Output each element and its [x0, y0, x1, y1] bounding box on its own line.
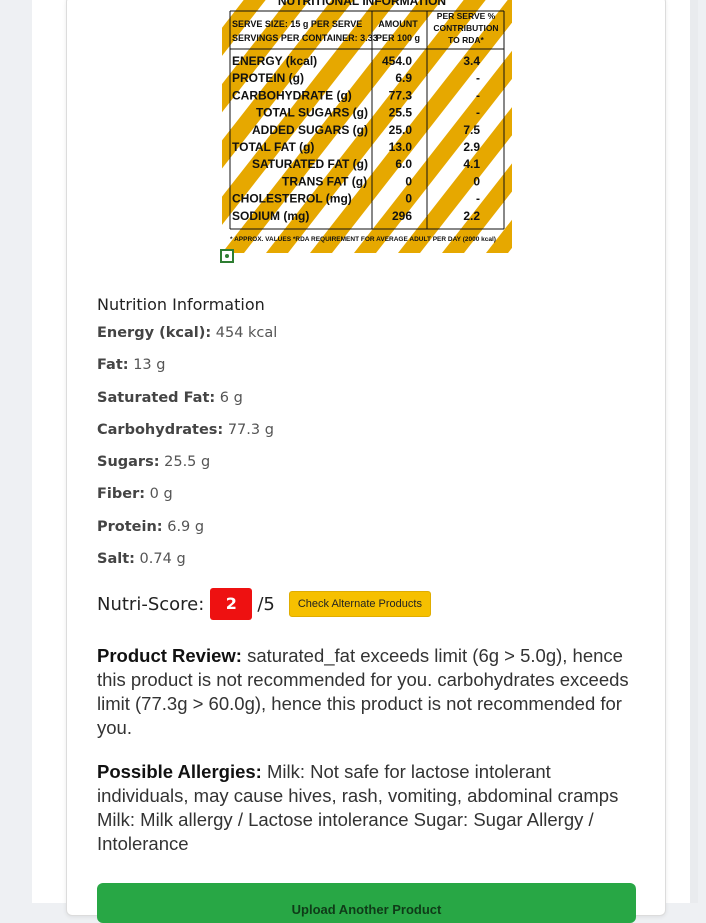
- label-row-amount: 77.3: [389, 88, 413, 102]
- nutrition-item-label: Fat:: [97, 357, 129, 374]
- label-row-name: CHOLESTEROL (mg): [232, 192, 352, 206]
- nutrition-item-label: Fiber:: [97, 486, 146, 503]
- nutrition-item: Carbohydrates: 77.3 g: [97, 420, 617, 452]
- possible-allergies-label: Possible Allergies:: [97, 761, 262, 782]
- nutri-score-line: Nutri-Score: 2 /5 Check Alternate Produc…: [97, 587, 431, 621]
- nutrition-item-label: Saturated Fat:: [97, 389, 216, 406]
- nutrition-item-label: Protein:: [97, 518, 163, 535]
- label-row-amount: 0: [405, 174, 412, 188]
- result-card: NUTRITIONAL INFORMATION SERVE SIZE: 15 g…: [66, 0, 666, 923]
- nutrition-label-image: NUTRITIONAL INFORMATION SERVE SIZE: 15 g…: [222, 0, 512, 253]
- label-row-amount: 6.0: [395, 157, 412, 171]
- nutrition-label-graphic: NUTRITIONAL INFORMATION SERVE SIZE: 15 g…: [222, 0, 512, 253]
- label-row-rda: 2.2: [463, 209, 480, 223]
- label-row-name: TOTAL SUGARS (g): [256, 106, 368, 120]
- nutrition-item-value: 0.74 g: [139, 551, 186, 568]
- label-row-rda: 2.9: [463, 140, 480, 154]
- label-footnote: * APPROX. VALUES *RDA REQUIREMENT FOR AV…: [230, 236, 496, 243]
- label-row-name: TOTAL FAT (g): [232, 140, 314, 154]
- nutrition-item-value: 6 g: [219, 389, 243, 406]
- possible-allergies: Possible Allergies: Milk: Not safe for l…: [97, 760, 632, 856]
- label-serve-size: SERVE SIZE: 15 g PER SERVE: [232, 19, 362, 29]
- label-row-amount: 296: [392, 209, 412, 223]
- nutri-score-badge: 2: [210, 588, 253, 620]
- label-row-rda: 4.1: [463, 157, 480, 171]
- label-row-name: ENERGY (kcal): [232, 54, 317, 68]
- label-col-rda: PER SERVE %: [437, 11, 496, 21]
- label-row-amount: 25.5: [389, 106, 413, 120]
- label-servings: SERVINGS PER CONTAINER: 3.33: [232, 33, 378, 43]
- label-row-amount: 13.0: [389, 140, 413, 154]
- check-alternate-products-button[interactable]: Check Alternate Products: [288, 591, 431, 617]
- label-col-rda-sub2: TO RDA*: [448, 35, 484, 45]
- label-heading: NUTRITIONAL INFORMATION: [278, 0, 446, 8]
- nutrition-item-value: 0 g: [149, 486, 173, 503]
- nutri-score-max: /5: [257, 593, 275, 615]
- nutrition-item-value: 25.5 g: [164, 454, 211, 471]
- nutri-score-label: Nutri-Score:: [97, 593, 205, 615]
- scrollbar-track[interactable]: [690, 0, 698, 903]
- label-row-amount: 25.0: [389, 123, 413, 137]
- nutrition-item: Salt: 0.74 g: [97, 549, 617, 581]
- label-row-name: SODIUM (mg): [232, 209, 309, 223]
- label-row-rda: 0: [473, 174, 480, 188]
- nutrition-item: Protein: 6.9 g: [97, 517, 617, 549]
- label-row-amount: 0: [405, 192, 412, 206]
- nutrition-item-label: Energy (kcal):: [97, 325, 212, 341]
- label-row-rda: 7.5: [463, 123, 480, 137]
- nutrition-item-value: 454 kcal: [215, 325, 278, 341]
- nutrition-item: Fat: 13 g: [97, 355, 617, 387]
- label-col-rda-sub1: CONTRIBUTION: [433, 23, 498, 33]
- nutrition-item: Sugars: 25.5 g: [97, 452, 617, 484]
- product-review-label: Product Review:: [97, 645, 242, 666]
- label-row-name: SATURATED FAT (g): [252, 157, 368, 171]
- page-container: NUTRITIONAL INFORMATION SERVE SIZE: 15 g…: [32, 0, 698, 923]
- label-col-amount: AMOUNT: [378, 19, 418, 29]
- upload-another-product-button[interactable]: Upload Another Product: [97, 883, 636, 923]
- label-row-rda: -: [476, 192, 480, 206]
- label-row-rda: -: [476, 71, 480, 85]
- label-row-name: ADDED SUGARS (g): [252, 123, 368, 137]
- label-row-amount: 6.9: [395, 71, 412, 85]
- nutrition-item-value: 6.9 g: [167, 518, 205, 535]
- label-row-amount: 454.0: [382, 54, 412, 68]
- label-row-rda: 3.4: [463, 54, 480, 68]
- nutrition-list: Energy (kcal): 454 kcal Fat: 13 g Satura…: [97, 323, 617, 581]
- nutrition-item-value: 13 g: [133, 357, 166, 374]
- nutrition-title: Nutrition Information: [97, 295, 265, 314]
- label-row-name: PROTEIN (g): [232, 71, 304, 85]
- nutrition-item: Energy (kcal): 454 kcal: [97, 323, 617, 355]
- nutrition-item-label: Salt:: [97, 551, 135, 568]
- label-row-rda: -: [476, 88, 480, 102]
- nutrition-item: Fiber: 0 g: [97, 484, 617, 516]
- label-col-amount-sub: PER 100 g: [376, 33, 420, 43]
- product-review: Product Review: saturated_fat exceeds li…: [97, 644, 632, 740]
- label-row-name: TRANS FAT (g): [282, 174, 367, 188]
- nutrition-item-label: Carbohydrates:: [97, 421, 224, 438]
- veg-mark-icon: [220, 249, 234, 263]
- nutrition-item-label: Sugars:: [97, 454, 160, 471]
- label-row-rda: -: [476, 106, 480, 120]
- nutrition-item: Saturated Fat: 6 g: [97, 388, 617, 420]
- nutrition-item-value: 77.3 g: [227, 421, 274, 438]
- label-row-name: CARBOHYDRATE (g): [232, 88, 352, 102]
